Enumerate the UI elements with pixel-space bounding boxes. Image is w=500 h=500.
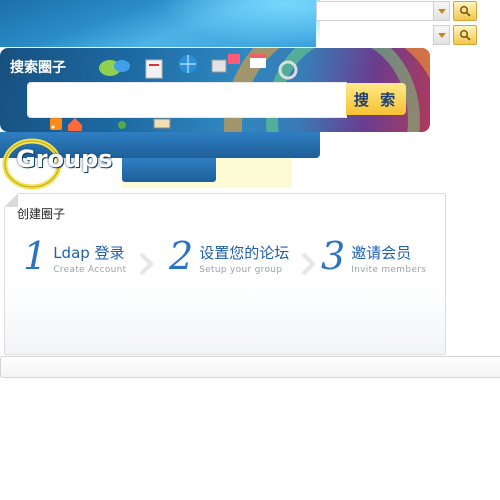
step-label: 邀请会员 bbox=[351, 244, 412, 262]
top-select-field-2 bbox=[316, 25, 433, 45]
chevron-right-icon bbox=[139, 252, 153, 276]
top-search-row-1 bbox=[316, 1, 477, 21]
top-search-button[interactable] bbox=[453, 1, 477, 21]
step-number: 2 bbox=[169, 234, 194, 278]
rss-icon bbox=[50, 118, 62, 130]
step-number: 3 bbox=[321, 234, 346, 278]
search-icon bbox=[459, 5, 471, 17]
step-label: Ldap 登录 bbox=[53, 244, 125, 262]
header-banner bbox=[0, 0, 320, 47]
create-circle-panel: 创建圈子 1 Ldap 登录 Create Account 2 设置您的论坛 S… bbox=[4, 193, 446, 355]
search-button[interactable]: 搜 索 bbox=[346, 83, 406, 115]
search-panel-title: 搜索圈子 bbox=[10, 60, 66, 76]
chevron-right-icon bbox=[301, 252, 315, 276]
top-search-row-2 bbox=[316, 25, 477, 45]
step-1[interactable]: 1 Ldap 登录 Create Account bbox=[23, 236, 127, 276]
globe-icon bbox=[179, 55, 197, 73]
step-sublabel: Create Account bbox=[53, 265, 127, 275]
search-panel: 搜索圈子 搜 索 bbox=[0, 48, 430, 132]
top-search-button-2[interactable] bbox=[453, 25, 477, 45]
step-3[interactable]: 3 邀请会员 Invite members bbox=[321, 236, 426, 276]
app-icons-cluster bbox=[99, 54, 298, 80]
dropdown-arrow-icon[interactable] bbox=[433, 1, 450, 21]
groups-logo: Groups bbox=[16, 145, 113, 173]
search-input[interactable] bbox=[27, 82, 347, 118]
top-select-field[interactable] bbox=[316, 1, 433, 21]
image-icon bbox=[211, 54, 240, 73]
bottom-bar bbox=[0, 356, 500, 378]
groups-tab[interactable] bbox=[122, 158, 216, 182]
document-icon bbox=[145, 59, 163, 79]
step-number: 1 bbox=[23, 234, 48, 278]
home-icon bbox=[68, 118, 82, 131]
step-sublabel: Invite members bbox=[351, 265, 427, 275]
dropdown-arrow-icon[interactable] bbox=[433, 25, 450, 45]
step-sublabel: Setup your group bbox=[199, 265, 283, 275]
calendar-icon bbox=[250, 54, 266, 68]
search-icon bbox=[459, 29, 471, 41]
step-2[interactable]: 2 设置您的论坛 Setup your group bbox=[169, 236, 289, 276]
magnifier-icon bbox=[278, 60, 298, 80]
create-panel-title: 创建圈子 bbox=[17, 207, 66, 221]
chat-bubble-icon bbox=[99, 60, 130, 76]
step-label: 设置您的论坛 bbox=[199, 244, 290, 262]
photo-icon bbox=[153, 118, 171, 129]
bug-icon bbox=[118, 121, 126, 129]
bottom-icons-row bbox=[50, 118, 171, 131]
